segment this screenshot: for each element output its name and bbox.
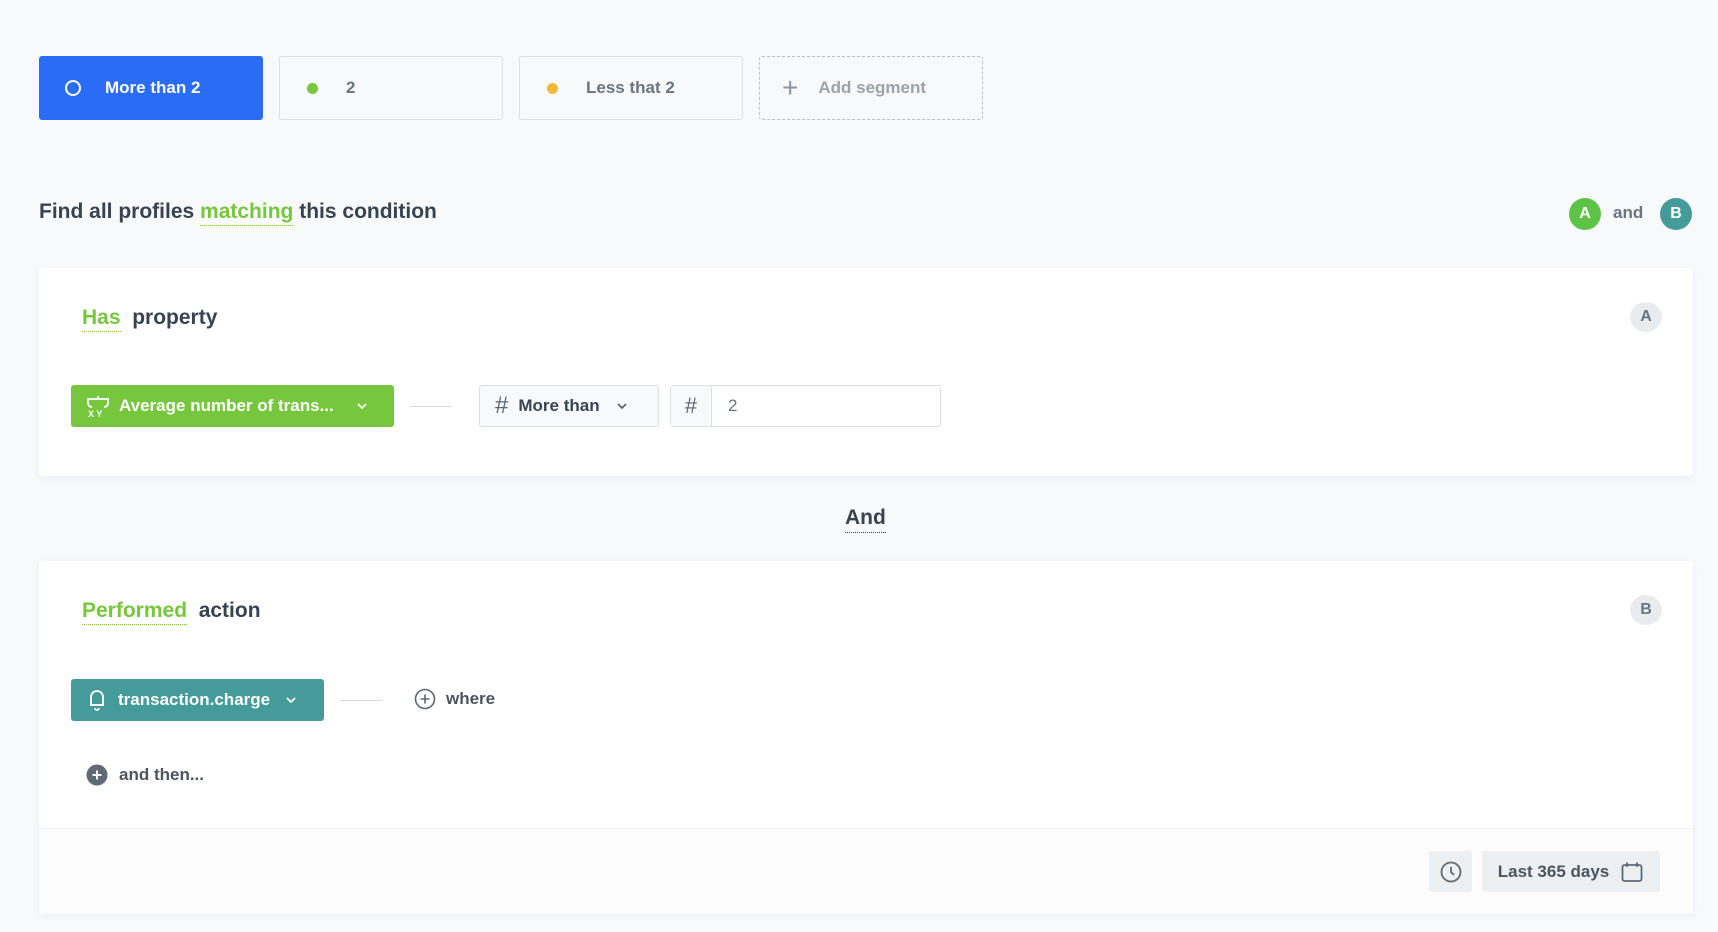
add-segment-button[interactable]: + Add segment — [759, 56, 983, 120]
value-input[interactable] — [712, 386, 912, 426]
event-label: transaction.charge — [118, 690, 271, 709]
condition-b-footer: Last 365 days — [39, 828, 1693, 914]
property-label: Average number of trans... — [119, 396, 334, 415]
condition-b-title: Performed action — [82, 599, 261, 625]
segment-label: Less that 2 — [586, 78, 675, 97]
and-then-label: and then... — [119, 765, 204, 784]
add-segment-label: Add segment — [818, 78, 927, 97]
and-then-button[interactable]: and then... — [86, 764, 204, 786]
matching-dropdown[interactable]: matching — [200, 200, 294, 226]
hash-icon: # — [495, 392, 509, 419]
circle-outline-icon — [65, 80, 81, 96]
condition-letter-b: B — [1630, 595, 1662, 625]
chevron-down-icon — [616, 403, 627, 410]
chevron-down-icon — [357, 403, 367, 410]
headline-prefix: Find all profiles — [39, 200, 195, 223]
condition-b-noun: action — [198, 599, 261, 622]
date-range-button[interactable]: Last 365 days — [1482, 851, 1660, 892]
bell-icon — [90, 690, 104, 711]
segment-tab-2[interactable]: 2 — [279, 56, 503, 120]
clock-icon — [1440, 861, 1461, 882]
connector-line — [410, 406, 452, 407]
condition-card-b: Performed action B transaction.charge wh… — [39, 561, 1693, 914]
add-where-button[interactable]: where — [414, 688, 495, 710]
condition-card-a: Has property A X Y Average number of tra… — [39, 268, 1693, 476]
where-label: where — [446, 689, 496, 708]
has-dropdown[interactable]: Has — [82, 306, 121, 332]
condition-letter-a: A — [1630, 302, 1662, 332]
badge-a: A — [1569, 198, 1601, 230]
green-dot-icon — [307, 82, 318, 94]
segment-tab-more-than-2[interactable]: More than 2 — [39, 56, 263, 120]
condition-a-noun: property — [132, 306, 218, 329]
badge-b: B — [1660, 198, 1692, 230]
plus-icon: + — [782, 72, 799, 103]
plus-circle-icon — [414, 688, 436, 710]
condition-headline: Find all profiles matching this conditio… — [39, 200, 437, 226]
property-dropdown[interactable]: X Y Average number of trans... — [71, 385, 394, 427]
hash-icon: # — [671, 386, 712, 426]
property-xy-icon: X Y — [87, 396, 109, 419]
segment-label: 2 — [346, 78, 356, 97]
yellow-dot-icon — [547, 82, 558, 94]
connector-line — [340, 700, 382, 701]
plus-circle-filled-icon — [86, 764, 108, 786]
operator-label: More than — [518, 396, 600, 415]
performed-dropdown[interactable]: Performed — [82, 599, 188, 625]
date-range-label: Last 365 days — [1497, 861, 1610, 881]
chevron-down-icon — [286, 697, 296, 704]
segment-label: More than 2 — [105, 78, 201, 97]
svg-text:X Y: X Y — [88, 409, 102, 419]
and-connector-dropdown[interactable]: And — [845, 506, 886, 533]
time-filter-button[interactable] — [1429, 851, 1472, 892]
logic-conjunction[interactable]: and — [1613, 203, 1643, 223]
calendar-icon — [1621, 862, 1643, 882]
value-field[interactable]: # — [670, 385, 941, 427]
operator-dropdown[interactable]: # More than — [479, 385, 659, 427]
condition-a-title: Has property — [82, 306, 218, 332]
segment-tab-less-that-2[interactable]: Less that 2 — [519, 56, 743, 120]
headline-suffix: this condition — [299, 200, 437, 223]
event-dropdown[interactable]: transaction.charge — [71, 679, 324, 721]
